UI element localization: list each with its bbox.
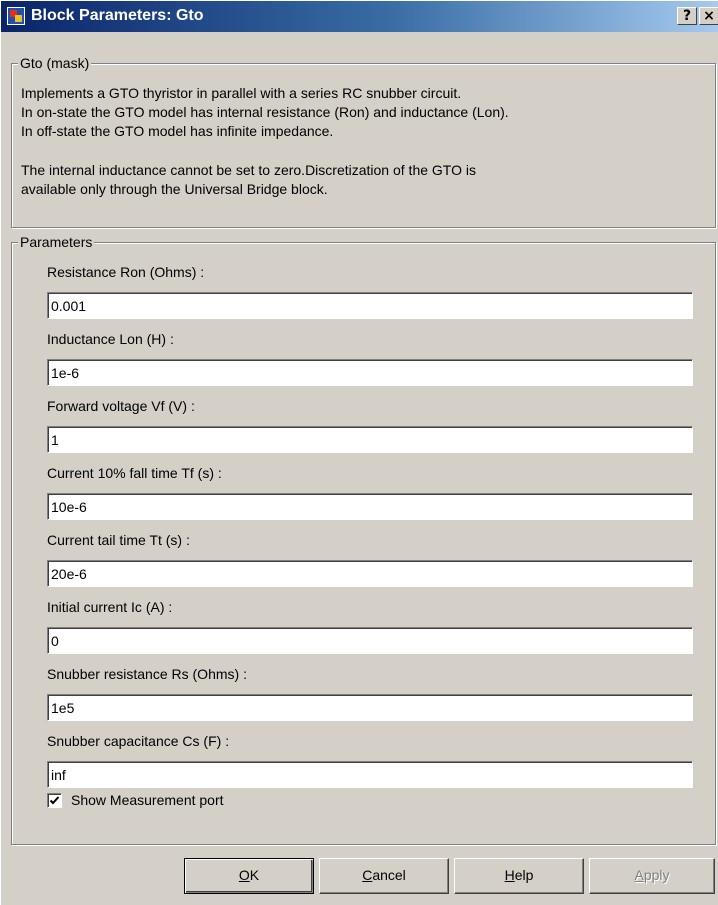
description-line: available only through the Universal Bri… — [21, 181, 328, 197]
rs-label: Snubber resistance Rs (Ohms) : — [47, 666, 247, 682]
mask-group-legend: Gto (mask) — [18, 55, 92, 71]
cs-input[interactable] — [47, 761, 693, 788]
description-line: In on-state the GTO model has internal r… — [21, 104, 509, 120]
ok-button[interactable]: OK — [184, 858, 314, 894]
tt-label: Current tail time Tt (s) : — [47, 532, 190, 548]
cancel-label: ancel — [372, 867, 406, 883]
description-line: Implements a GTO thyristor in parallel w… — [21, 85, 462, 101]
checkmark-icon — [49, 796, 60, 805]
dialog-window: Block Parameters: Gto ? × Gto (mask) Imp… — [0, 0, 718, 905]
cs-label: Snubber capacitance Cs (F) : — [47, 733, 230, 749]
simulink-block-icon — [7, 7, 25, 25]
ic-input[interactable] — [47, 627, 693, 654]
tt-input[interactable] — [47, 560, 693, 587]
apply-label: pply — [643, 867, 670, 883]
tf-label: Current 10% fall time Tf (s) : — [47, 465, 222, 481]
apply-mnemonic: A — [634, 867, 644, 883]
cancel-mnemonic: C — [362, 867, 373, 883]
help-label: elp — [514, 867, 534, 883]
ok-mnemonic: O — [238, 867, 250, 883]
ok-label: K — [249, 867, 260, 883]
lon-input[interactable] — [47, 359, 693, 386]
parameters-group-legend: Parameters — [18, 234, 95, 250]
close-button[interactable]: × — [699, 7, 718, 25]
description-line: In off-state the GTO model has infinite … — [21, 123, 334, 139]
window-title: Block Parameters: Gto — [31, 7, 204, 24]
vf-input[interactable] — [47, 426, 693, 453]
cancel-button[interactable]: Cancel — [319, 858, 449, 894]
rs-input[interactable] — [47, 694, 693, 721]
show-measurement-port-label[interactable]: Show Measurement port — [71, 792, 224, 808]
ic-label: Initial current Ic (A) : — [47, 599, 173, 615]
apply-button[interactable]: Apply — [589, 858, 715, 894]
help-button[interactable]: Help — [454, 858, 584, 894]
lon-label: Inductance Lon (H) : — [47, 331, 174, 347]
ron-input[interactable] — [47, 292, 693, 319]
description-line: The internal inductance cannot be set to… — [21, 162, 476, 178]
title-bar[interactable]: Block Parameters: Gto ? × — [1, 1, 718, 32]
help-mnemonic: H — [504, 867, 515, 883]
context-help-button[interactable]: ? — [677, 7, 697, 25]
ron-label: Resistance Ron (Ohms) : — [47, 264, 205, 280]
show-measurement-port-checkbox[interactable] — [47, 793, 62, 808]
vf-label: Forward voltage Vf (V) : — [47, 398, 195, 414]
tf-input[interactable] — [47, 493, 693, 520]
